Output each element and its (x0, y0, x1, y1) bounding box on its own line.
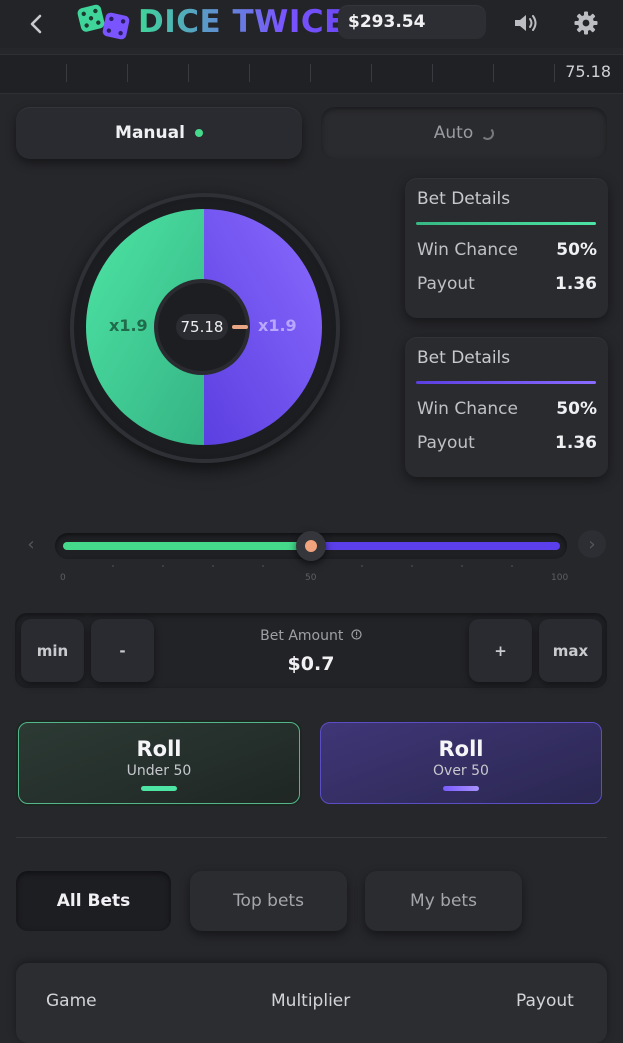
history-tick (493, 64, 494, 82)
dice-icon (77, 4, 130, 40)
tab-all-bets[interactable]: All Bets (16, 871, 171, 931)
chevron-left-icon: ‹ (27, 533, 35, 555)
roll-under-subtitle: Under 50 (126, 763, 192, 779)
history-tick (554, 64, 555, 82)
logo: DICE TWICE (76, 2, 346, 42)
settings-button[interactable] (568, 5, 604, 41)
history-tick (371, 64, 372, 82)
slider-scale-tick (112, 565, 114, 567)
column-header-game: Game (46, 991, 97, 1011)
slider-handle[interactable] (296, 531, 326, 561)
bet-max-button[interactable]: max (539, 619, 602, 682)
slider-scale-tick (212, 565, 214, 567)
slider-over-fill (311, 542, 560, 550)
wheel-pointer (232, 325, 248, 329)
under-multiplier: x1.9 (109, 316, 148, 335)
roll-over-indicator (443, 786, 479, 791)
bet-min-button[interactable]: min (21, 619, 84, 682)
roll-over-title: Roll (438, 737, 484, 761)
column-header-payout: Payout (516, 991, 574, 1011)
tab-manual-label: Manual (115, 123, 185, 143)
bet-details-title: Bet Details (417, 189, 511, 209)
bet-increase-button[interactable]: + (469, 619, 532, 682)
bet-amount-label: Bet Amount (160, 628, 462, 644)
bet-amount-input[interactable]: $0.7 (160, 653, 462, 675)
info-icon (351, 629, 362, 640)
chevron-left-icon (30, 14, 42, 34)
history-strip (0, 54, 623, 94)
balance-value: $293.54 (348, 12, 426, 32)
payout-label: Payout (417, 274, 475, 294)
active-dot-icon (194, 129, 203, 137)
speaker-icon (515, 15, 537, 31)
payout-value: 1.36 (555, 274, 597, 294)
section-divider (16, 837, 607, 838)
wheel-result-value: 75.18 (176, 314, 228, 340)
roll-over-button[interactable]: Roll Over 50 (320, 722, 602, 804)
history-last-value: 75.18 (565, 62, 611, 81)
bet-details-accent-bar (416, 222, 596, 225)
slider-scale-tick (461, 565, 463, 567)
slider-increase-button[interactable]: › (578, 530, 606, 558)
over-multiplier: x1.9 (258, 316, 297, 335)
roll-under-title: Roll (136, 737, 182, 761)
slider-mid-label: 50 (305, 573, 317, 583)
roll-over-subtitle: Over 50 (433, 763, 489, 779)
win-chance-label: Win Chance (417, 399, 518, 419)
slider-under-fill (63, 542, 311, 550)
logo-text: DICE TWICE (138, 4, 346, 40)
back-button[interactable] (22, 10, 50, 38)
chevron-right-icon: › (588, 533, 596, 555)
bet-amount-label-text: Bet Amount (260, 628, 344, 644)
slider-handle-dot (305, 540, 317, 552)
slider-min-label: 0 (60, 573, 66, 583)
tab-manual[interactable]: Manual (16, 107, 302, 159)
slider-scale-tick (361, 565, 363, 567)
win-chance-value: 50% (556, 399, 597, 419)
bet-decrease-button[interactable]: - (91, 619, 154, 682)
history-tick (188, 64, 189, 82)
balance-display: $293.54 (338, 5, 486, 39)
payout-label: Payout (417, 433, 475, 453)
tab-my-bets[interactable]: My bets (365, 871, 522, 931)
history-tick (310, 64, 311, 82)
win-chance-label: Win Chance (417, 240, 518, 260)
win-chance-value: 50% (556, 240, 597, 260)
history-tick (66, 64, 67, 82)
loading-spinner-icon (481, 126, 495, 140)
bet-details-accent-bar (416, 381, 596, 384)
tab-auto[interactable]: Auto (321, 107, 607, 159)
slider-decrease-button[interactable]: ‹ (17, 530, 45, 558)
slider-scale-tick (162, 565, 164, 567)
gear-icon (574, 11, 598, 35)
roll-under-indicator (141, 786, 177, 791)
bet-details-title: Bet Details (417, 348, 511, 368)
slider-scale-tick (411, 565, 413, 567)
payout-value: 1.36 (555, 433, 597, 453)
history-tick (127, 64, 128, 82)
slider-scale-tick (262, 565, 264, 567)
sound-button[interactable] (508, 5, 544, 41)
history-tick (249, 64, 250, 82)
tab-auto-label: Auto (433, 123, 474, 143)
column-header-multiplier: Multiplier (271, 991, 351, 1011)
tab-top-bets[interactable]: Top bets (190, 871, 347, 931)
slider-scale-tick (511, 565, 513, 567)
history-tick (432, 64, 433, 82)
roll-under-button[interactable]: Roll Under 50 (18, 722, 300, 804)
slider-max-label: 100 (551, 573, 569, 583)
